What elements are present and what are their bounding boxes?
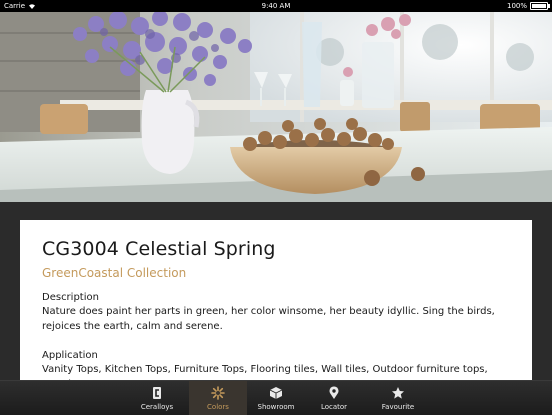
star-icon [369,386,427,400]
ceralloys-logo-icon [128,386,186,400]
tab-showroom-label: Showroom [257,403,295,411]
battery-percent: 100% [506,2,527,10]
map-pin-icon [305,386,363,400]
product-collection[interactable]: GreenCoastal Collection [42,266,186,280]
tab-favourite-label: Favourite [381,403,415,411]
tab-ceralloys-label: Ceralloys [140,403,174,411]
tab-favourite[interactable]: Favourite [369,381,427,415]
tab-ceralloys[interactable]: Ceralloys [128,381,186,415]
battery-icon [530,2,550,10]
divider-band [0,202,552,220]
product-title: CG3004 Celestial Spring [42,238,276,260]
tab-colors[interactable]: Colors [189,381,247,415]
tab-bar: Ceralloys Colors Showroom Locator Favour… [0,380,552,415]
status-bar: Carrie 9:40 AM 100% [0,0,552,12]
tab-locator-label: Locator [320,403,348,411]
tab-showroom[interactable]: Showroom [247,381,305,415]
tab-locator[interactable]: Locator [305,381,363,415]
description-text: Nature does paint her parts in green, he… [42,306,495,332]
application-label: Application [42,350,98,361]
cube-icon [247,386,305,400]
flower-icon [189,386,247,400]
status-time: 9:40 AM [261,2,291,10]
product-detail-card: CG3004 Celestial Spring GreenCoastal Col… [20,220,532,380]
product-hero-image [0,12,552,202]
application-text: Vanity Tops, Kitchen Tops, Furniture Top… [42,364,488,380]
tab-colors-label: Colors [207,403,229,411]
description-label: Description [42,292,99,303]
